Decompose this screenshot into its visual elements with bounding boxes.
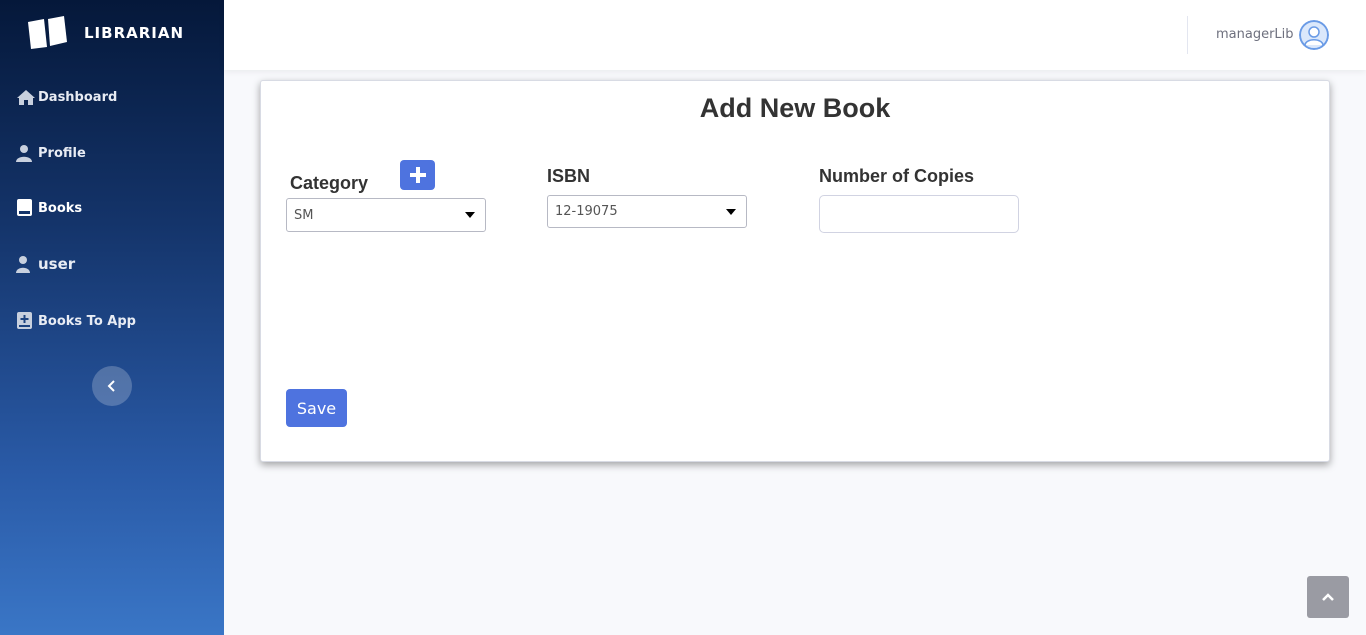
user-icon [16,255,36,273]
category-value: SM [294,207,314,223]
add-category-button[interactable] [400,160,435,190]
category-select[interactable]: SM [286,198,486,232]
category-label: Category [290,173,369,193]
copies-input[interactable] [819,195,1019,233]
user-avatar-icon[interactable] [1299,20,1329,50]
sidebar-item-books[interactable]: Books [16,199,82,217]
chevron-left-icon [107,380,115,392]
sidebar: LIBRARIAN Dashboard Profile Books user B… [0,0,224,635]
isbn-value: 12-19075 [555,204,618,219]
plus-icon [409,167,426,183]
isbn-select[interactable]: 12-19075 [547,195,747,228]
sidebar-item-label: Books To App [38,313,136,329]
sidebar-item-label: user [38,255,76,273]
sidebar-item-label: Profile [38,145,86,161]
scroll-to-top-button[interactable] [1307,576,1349,618]
sidebar-item-user[interactable]: user [16,255,75,273]
page-title: Add New Book [699,93,891,123]
sidebar-item-profile[interactable]: Profile [16,144,86,162]
brand[interactable]: LIBRARIAN [26,16,184,50]
chevron-up-icon [1322,593,1334,601]
open-book-icon [28,16,67,49]
home-icon [16,88,36,106]
username[interactable]: managerLib [1216,27,1294,42]
sidebar-toggle-button[interactable] [92,366,132,406]
book-icon [16,199,36,217]
book-plus-icon [16,312,36,330]
topbar-divider [1187,16,1188,54]
sidebar-item-books-to-app[interactable]: Books To App [16,312,136,330]
user-icon [16,144,36,162]
topbar: managerLib [224,0,1366,70]
caret-down-icon [465,212,475,218]
isbn-label: ISBN [547,166,591,186]
sidebar-item-label: Dashboard [38,89,118,105]
sidebar-item-dashboard[interactable]: Dashboard [16,88,117,106]
add-book-card: Add New Book Category SM ISBN 12-19075 N… [260,80,1330,462]
copies-label: Number of Copies [819,166,975,186]
sidebar-item-label: Books [38,200,83,216]
save-button[interactable]: Save [286,389,347,427]
caret-down-icon [726,208,736,215]
brand-name: LIBRARIAN [84,24,185,42]
